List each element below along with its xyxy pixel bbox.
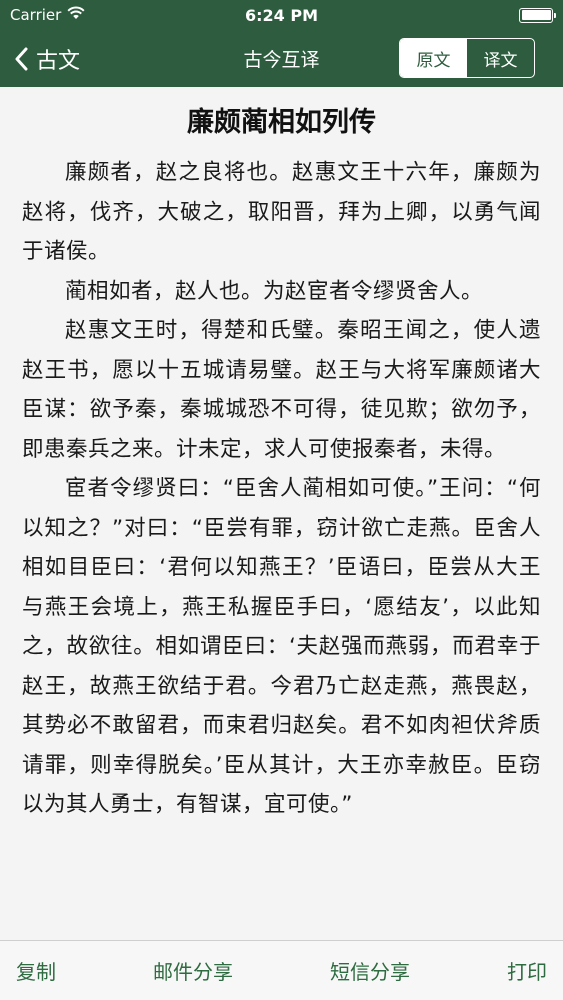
paragraph: 蔺相如者，赵人也。为赵宦者令缪贤舍人。 xyxy=(65,278,484,304)
paragraph: 廉颇者，赵之良将也。赵惠文王十六年，廉颇为赵将，伐齐，大破之，取阳晋，拜为上卿，… xyxy=(22,160,541,264)
mail-share-button[interactable]: 邮件分享 xyxy=(153,956,233,985)
battery-icon xyxy=(519,7,556,23)
segment-translation[interactable]: 译文 xyxy=(467,39,534,77)
back-label: 古文 xyxy=(36,48,81,74)
segmented-control: 原文 译文 xyxy=(399,38,535,78)
article-body: 廉颇者，赵之良将也。赵惠文王十六年，廉颇为赵将，伐齐，大破之，取阳晋，拜为上卿，… xyxy=(0,143,563,825)
paragraph: 赵惠文王时，得楚和氏璧。秦昭王闻之，使人遗赵王书，愿以十五城请易璧。赵王与大将军… xyxy=(22,318,541,462)
segment-original[interactable]: 原文 xyxy=(400,39,467,77)
article-title: 廉颇蔺相如列传 xyxy=(187,107,376,138)
nav-bar: 古文 古今互译 原文 译文 xyxy=(0,30,563,87)
print-button[interactable]: 打印 xyxy=(507,956,547,985)
status-left: Carrier xyxy=(10,6,85,24)
carrier-label: Carrier xyxy=(10,6,62,24)
status-bar: Carrier 6:24 PM xyxy=(0,0,563,30)
back-button[interactable]: 古文 xyxy=(0,30,80,87)
article-content[interactable]: 廉颇蔺相如列传 廉颇者，赵之良将也。赵惠文王十六年，廉颇为赵将，伐齐，大破之，取… xyxy=(0,87,563,940)
chevron-left-icon xyxy=(15,47,28,70)
sms-share-button[interactable]: 短信分享 xyxy=(330,956,410,985)
copy-button[interactable]: 复制 xyxy=(16,956,56,985)
bottom-toolbar: 复制 邮件分享 短信分享 打印 xyxy=(0,940,563,1000)
wifi-icon xyxy=(67,6,85,24)
paragraph: 宦者令缪贤曰：“臣舍人蔺相如可使。”王问：“何以知之？”对曰：“臣尝有罪，窃计欲… xyxy=(22,476,541,817)
battery-fill xyxy=(521,10,551,20)
